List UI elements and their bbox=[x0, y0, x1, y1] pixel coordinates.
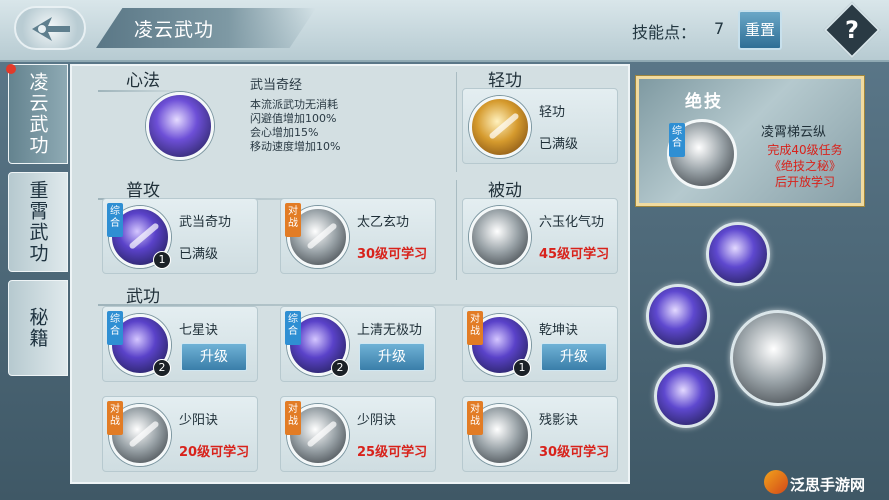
equipped-skill-slot[interactable] bbox=[654, 364, 718, 428]
skill-card-shangqing-wujigong[interactable]: 综合 2 上清无极功 升级 bbox=[280, 306, 436, 382]
back-button[interactable] bbox=[14, 6, 86, 50]
tab-label: 秘籍 bbox=[26, 307, 49, 349]
section-title-xinfa: 心法 bbox=[126, 71, 160, 91]
skill-card-canying-jue[interactable]: 对战 残影诀 30级可学习 bbox=[462, 396, 618, 472]
tag-badge: 综合 bbox=[107, 311, 123, 345]
ultimate-requirement-line: 完成40级任务 bbox=[767, 143, 843, 157]
skill-name: 轻功 bbox=[539, 105, 566, 120]
level-badge: 2 bbox=[153, 359, 171, 377]
skill-name: 残影诀 bbox=[539, 413, 579, 428]
xinfa-name: 武当奇经 bbox=[250, 78, 303, 93]
skill-name: 太乙玄功 bbox=[357, 215, 410, 230]
back-arrow-icon bbox=[32, 17, 70, 41]
skill-name: 上清无极功 bbox=[357, 323, 423, 338]
level-badge: 1 bbox=[153, 251, 171, 269]
column-divider bbox=[456, 72, 457, 172]
tag-badge: 对战 bbox=[285, 401, 301, 435]
ultimate-requirement-line: 《绝技之秘》 bbox=[768, 159, 841, 173]
skill-card-taiyi-xuangong[interactable]: 对战 太乙玄功 30级可学习 bbox=[280, 198, 436, 274]
tab-label: 凌云武功 bbox=[26, 72, 49, 156]
skill-points-value: 7 bbox=[714, 19, 725, 38]
tag-badge: 综合 bbox=[285, 311, 301, 345]
ultimate-requirement-line: 后开放学习 bbox=[774, 175, 835, 189]
reset-button[interactable]: 重置 bbox=[738, 10, 782, 50]
tab-miji[interactable]: 秘籍 bbox=[8, 280, 68, 376]
ultimate-skill-card[interactable]: 绝技 综合 凌霄梯云纵 完成40级任务 《绝技之秘》 后开放学习 bbox=[636, 76, 864, 206]
level-badge: 2 bbox=[331, 359, 349, 377]
skill-status: 已满级 bbox=[179, 247, 219, 262]
skill-card-qiankun-jue[interactable]: 对战 1 乾坤诀 升级 bbox=[462, 306, 618, 382]
tag-badge: 对战 bbox=[467, 401, 483, 435]
notification-dot bbox=[6, 64, 16, 74]
tab-lingyun-wugong[interactable]: 凌云武功 bbox=[8, 64, 68, 164]
skill-points-label: 技能点： bbox=[632, 23, 697, 42]
tag-badge: 对战 bbox=[285, 203, 301, 237]
page-title: 凌云武功 bbox=[134, 19, 215, 41]
upgrade-button[interactable]: 升级 bbox=[359, 343, 425, 371]
skill-name: 武当奇功 bbox=[179, 215, 232, 230]
ultimate-title: 绝技 bbox=[685, 92, 723, 112]
tab-label: 重霄武功 bbox=[26, 180, 49, 264]
skill-status: 30级可学习 bbox=[357, 247, 428, 262]
main-attack-slot[interactable] bbox=[730, 310, 826, 406]
tag-badge: 对战 bbox=[467, 311, 483, 345]
tab-chongxiao-wugong[interactable]: 重霄武功 bbox=[8, 172, 68, 272]
skill-name: 六玉化气功 bbox=[539, 215, 605, 230]
column-divider bbox=[456, 180, 457, 280]
ultimate-skill-name: 凌霄梯云纵 bbox=[761, 125, 827, 140]
xinfa-skill-icon[interactable] bbox=[146, 92, 214, 160]
skill-name: 少阴诀 bbox=[357, 413, 397, 428]
tag-badge: 综合 bbox=[107, 203, 123, 237]
help-icon[interactable]: ? bbox=[832, 10, 872, 50]
skill-card-shaoyang-jue[interactable]: 对战 少阳诀 20级可学习 bbox=[102, 396, 258, 472]
skill-status: 25级可学习 bbox=[357, 445, 428, 460]
skill-status: 20级可学习 bbox=[179, 445, 250, 460]
xinfa-line: 移动速度增加10% bbox=[250, 140, 341, 153]
equipped-skill-slot[interactable] bbox=[646, 284, 710, 348]
skill-name: 七星诀 bbox=[179, 323, 219, 338]
liuyu-huaqigong-skill-icon bbox=[469, 206, 531, 268]
skill-name: 少阳诀 bbox=[179, 413, 219, 428]
equipped-skill-slot[interactable] bbox=[706, 222, 770, 286]
skill-card-qixing-jue[interactable]: 综合 2 七星诀 升级 bbox=[102, 306, 258, 382]
skill-card-qinggong[interactable]: 轻功 已满级 bbox=[462, 88, 618, 164]
skill-card-liuyu-huaqigong[interactable]: 六玉化气功 45级可学习 bbox=[462, 198, 618, 274]
level-badge: 1 bbox=[513, 359, 531, 377]
watermark-logo-icon bbox=[764, 470, 788, 494]
tag-badge: 对战 bbox=[107, 401, 123, 435]
skill-card-shaoyin-jue[interactable]: 对战 少阴诀 25级可学习 bbox=[280, 396, 436, 472]
skill-card-wudang-qigong[interactable]: 综合 1 武当奇功 已满级 bbox=[102, 198, 258, 274]
watermark: 泛思手游网 bbox=[790, 476, 866, 494]
upgrade-button[interactable]: 升级 bbox=[181, 343, 247, 371]
skill-status: 已满级 bbox=[539, 137, 579, 152]
upgrade-button[interactable]: 升级 bbox=[541, 343, 607, 371]
skill-status: 45级可学习 bbox=[539, 247, 610, 262]
qinggong-skill-icon bbox=[469, 96, 531, 158]
tag-badge: 综合 bbox=[669, 123, 685, 157]
skill-name: 乾坤诀 bbox=[539, 323, 579, 338]
skill-status: 30级可学习 bbox=[539, 445, 610, 460]
